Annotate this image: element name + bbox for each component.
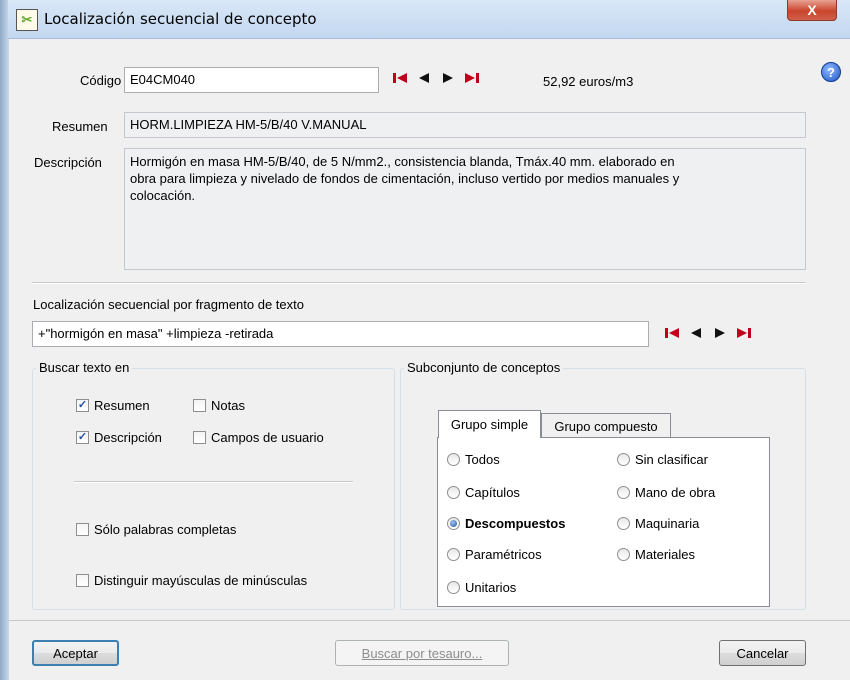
checkbox-checked-icon: ✓ <box>76 399 89 412</box>
cancelar-button[interactable]: Cancelar <box>719 640 806 666</box>
subconjunto-legend: Subconjunto de conceptos <box>404 360 564 375</box>
tab-grupo-compuesto[interactable]: Grupo compuesto <box>541 413 671 438</box>
first-button[interactable] <box>660 324 684 342</box>
radio-icon <box>617 486 630 499</box>
first-button[interactable] <box>388 69 412 87</box>
checkbox-icon <box>193 431 206 444</box>
radio-icon <box>617 453 630 466</box>
codigo-label: Código <box>80 73 122 88</box>
campos-checkbox[interactable]: Campos de usuario <box>193 430 324 445</box>
option-maquinaria[interactable]: Maquinaria <box>617 516 699 531</box>
next-icon <box>443 73 453 83</box>
radio-icon <box>447 548 460 561</box>
checkbox-checked-icon: ✓ <box>76 431 89 444</box>
checkbox-icon <box>76 523 89 536</box>
radio-icon <box>447 453 460 466</box>
descripcion-line: obra para limpieza y nivelado de fondos … <box>130 171 680 186</box>
next-icon <box>715 328 725 338</box>
next-button[interactable] <box>436 69 460 87</box>
option-materiales[interactable]: Materiales <box>617 547 695 562</box>
radio-icon <box>447 486 460 499</box>
radio-icon <box>447 581 460 594</box>
notas-checkbox[interactable]: Notas <box>193 398 245 413</box>
close-icon: X <box>807 2 817 18</box>
descripcion-line: Hormigón en masa HM-5/B/40, de 5 N/mm2.,… <box>130 154 675 169</box>
option-unitarios[interactable]: Unitarios <box>447 580 516 595</box>
mayusculas-checkbox[interactable]: Distinguir mayúsculas de minúsculas <box>76 573 307 588</box>
resumen-label: Resumen <box>52 119 108 134</box>
codigo-nav <box>388 69 484 87</box>
aceptar-button[interactable]: Aceptar <box>32 640 119 666</box>
next-button[interactable] <box>708 324 732 342</box>
resumen-field: HORM.LIMPIEZA HM-5/B/40 V.MANUAL <box>124 112 806 138</box>
checkbox-icon <box>193 399 206 412</box>
buscar-legend: Buscar texto en <box>36 360 133 375</box>
buscar-tesauro-button[interactable]: Buscar por tesauro... <box>335 640 509 666</box>
last-button[interactable] <box>732 324 756 342</box>
descripcion-line: colocación. <box>130 188 196 203</box>
descripcion-checkbox[interactable]: ✓ Descripción <box>76 430 162 445</box>
checkbox-icon <box>76 574 89 587</box>
palabras-checkbox[interactable]: Sólo palabras completas <box>76 522 236 537</box>
last-icon <box>737 328 751 338</box>
descripcion-field: Hormigón en masa HM-5/B/40, de 5 N/mm2.,… <box>124 148 806 270</box>
prev-icon <box>691 328 701 338</box>
prev-button[interactable] <box>412 69 436 87</box>
prev-button[interactable] <box>684 324 708 342</box>
descripcion-label: Descripción <box>34 155 102 170</box>
window-title: Localización secuencial de concepto <box>44 10 317 28</box>
buscar-separator <box>74 481 353 483</box>
prev-icon <box>419 73 429 83</box>
tab-grupo-simple[interactable]: Grupo simple <box>438 410 541 438</box>
radio-selected-icon <box>447 517 460 530</box>
close-button[interactable]: X <box>787 0 837 21</box>
option-sin-clasificar[interactable]: Sin clasificar <box>617 452 708 467</box>
codigo-input[interactable]: E04CM040 <box>124 67 379 93</box>
app-icon: ✂ <box>16 9 38 31</box>
separator <box>32 282 806 284</box>
help-icon[interactable]: ? <box>821 62 841 82</box>
last-button[interactable] <box>460 69 484 87</box>
first-icon <box>393 73 407 83</box>
fragmento-label: Localización secuencial por fragmento de… <box>33 297 304 312</box>
radio-icon <box>617 548 630 561</box>
price-text: 52,92 euros/m3 <box>543 74 634 89</box>
fragmento-nav <box>660 324 756 342</box>
fragmento-input[interactable]: +"hormigón en masa" +limpieza -retirada <box>32 321 649 347</box>
option-todos[interactable]: Todos <box>447 452 500 467</box>
resumen-checkbox[interactable]: ✓ Resumen <box>76 398 150 413</box>
option-parametricos[interactable]: Paramétricos <box>447 547 542 562</box>
first-icon <box>665 328 679 338</box>
option-descompuestos[interactable]: Descompuestos <box>447 516 565 531</box>
radio-icon <box>617 517 630 530</box>
bottom-separator <box>9 620 850 621</box>
last-icon <box>465 73 479 83</box>
option-mano-de-obra[interactable]: Mano de obra <box>617 485 715 500</box>
window-left-border <box>0 0 9 680</box>
option-capitulos[interactable]: Capítulos <box>447 485 520 500</box>
